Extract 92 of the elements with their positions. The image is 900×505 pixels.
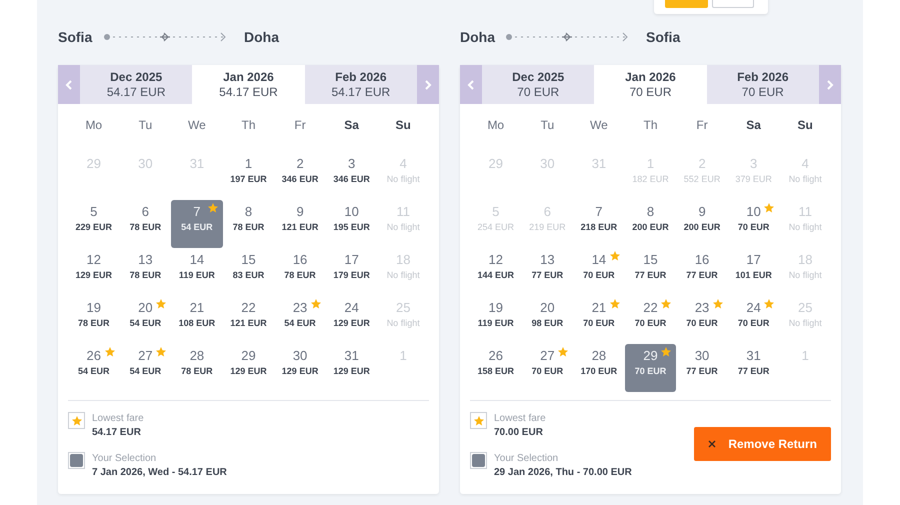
chevron-left-icon [467,80,475,90]
day-cell[interactable]: 21 108 EUR [171,296,223,344]
day-cell[interactable]: 13 77 EUR [522,248,574,296]
day-cell[interactable]: 3 346 EUR [326,152,378,200]
day-cell[interactable]: 9 200 EUR [676,200,728,248]
day-cell[interactable]: 20 54 EUR [120,296,172,344]
day-cell[interactable]: 8 78 EUR [222,200,274,248]
day-cell[interactable]: 22 70 EUR [624,296,676,344]
previous-month-button[interactable] [58,65,80,104]
chevron-right-icon [424,80,432,90]
legend-label: Your Selection [494,452,560,465]
day-cell[interactable]: 9 121 EUR [274,200,326,248]
day-cell[interactable]: 16 78 EUR [274,248,326,296]
day-cell[interactable]: 1 197 EUR [222,152,274,200]
legend-value: 7 Jan 2026, Wed - 54.17 EUR [92,466,227,480]
day-cell[interactable]: 24 70 EUR [728,296,780,344]
weekday-label: Sa [745,117,762,133]
weekday-label: Tu [540,117,556,133]
day-cell[interactable]: 17 179 EUR [326,248,378,296]
day-cell[interactable]: 2 346 EUR [274,152,326,200]
next-month-button[interactable] [416,65,439,104]
day-cell[interactable]: 6 78 EUR [120,200,172,248]
legend-value: 29 Jan 2026, Thu - 70.00 EUR [494,466,632,480]
day-cell[interactable]: 21 70 EUR [573,296,625,344]
day-cell[interactable]: 31 129 EUR [326,344,378,392]
day-cell[interactable]: 19 119 EUR [470,296,522,344]
weekday-label: Fr [695,117,709,133]
day-cell[interactable]: 14 70 EUR [573,248,625,296]
day-cell[interactable]: 23 54 EUR [274,296,326,344]
day-cell[interactable]: 8 200 EUR [624,200,676,248]
origin-city: Sofia [58,28,94,46]
day-cell[interactable]: 14 119 EUR [171,248,223,296]
flight-path-icon [506,32,630,42]
legend-value: 70.00 EUR [494,426,544,440]
weekday-label: Mo [486,117,506,133]
weekday-label: We [187,117,207,133]
day-cell[interactable]: 24 129 EUR [326,296,378,344]
next-month-button[interactable] [818,65,841,104]
day-cell[interactable]: 17 101 EUR [728,248,780,296]
legend-label: Your Selection [92,452,158,465]
day-cell[interactable]: 26 54 EUR [68,344,120,392]
day-cell[interactable]: 19 78 EUR [68,296,120,344]
destination-city: Doha [244,28,279,46]
day-cell[interactable]: 22 121 EUR [222,296,274,344]
legend-label: Lowest fare [92,412,144,425]
flight-path-icon [104,32,228,42]
day-cell[interactable]: 12 129 EUR [68,248,120,296]
day-cell[interactable]: 27 54 EUR [120,344,172,392]
chevron-left-icon [65,80,73,90]
weekday-label: Tu [138,117,154,133]
day-cell[interactable]: 30 129 EUR [274,344,326,392]
day-cell[interactable]: 30 77 EUR [676,344,728,392]
day-cell[interactable]: 28 78 EUR [171,344,223,392]
origin-city: Doha [460,28,496,46]
weekday-label: We [589,117,609,133]
selection-swatch [470,452,487,469]
day-cell[interactable]: 27 70 EUR [522,344,574,392]
month-tab[interactable]: Feb 2026 70 EUR [706,65,819,104]
month-tab[interactable]: Dec 2025 70 EUR [482,65,594,104]
day-cell[interactable]: 13 78 EUR [120,248,172,296]
month-tab[interactable]: Feb 2026 54.17 EUR [304,65,417,104]
day-cell[interactable]: 31 77 EUR [728,344,780,392]
legend-label: Lowest fare [494,412,546,425]
destination-city: Sofia [646,28,680,46]
day-cell[interactable]: 15 83 EUR [222,248,274,296]
weekday-label: Th [642,117,658,133]
weekday-label: Sa [343,117,360,133]
day-cell[interactable]: 15 77 EUR [624,248,676,296]
day-cell[interactable]: 7 218 EUR [573,200,625,248]
legend-value: 54.17 EUR [92,426,142,440]
day-cell[interactable]: 12 144 EUR [470,248,522,296]
weekday-label: Th [240,117,256,133]
weekday-label: Su [394,117,412,133]
day-cell[interactable]: 23 70 EUR [676,296,728,344]
weekday-label: Mo [84,117,104,133]
month-tab[interactable]: Dec 2025 54.17 EUR [80,65,192,104]
weekday-label: Fr [293,117,307,133]
view-toggle-button[interactable] [712,0,754,8]
day-cell[interactable]: 10 70 EUR [728,200,780,248]
day-cell[interactable]: 26 158 EUR [470,344,522,392]
day-cell[interactable]: 20 98 EUR [522,296,574,344]
previous-month-button[interactable] [460,65,482,104]
chevron-right-icon [826,80,834,90]
day-cell[interactable]: 28 170 EUR [573,344,625,392]
day-cell[interactable]: 29 129 EUR [222,344,274,392]
close-icon [708,440,716,448]
day-cell[interactable]: 5 229 EUR [68,200,120,248]
day-cell[interactable]: 16 77 EUR [676,248,728,296]
view-toggle-button[interactable] [665,0,708,8]
day-cell[interactable]: 10 195 EUR [326,200,378,248]
selection-swatch [68,452,85,469]
weekday-label: Su [796,117,814,133]
